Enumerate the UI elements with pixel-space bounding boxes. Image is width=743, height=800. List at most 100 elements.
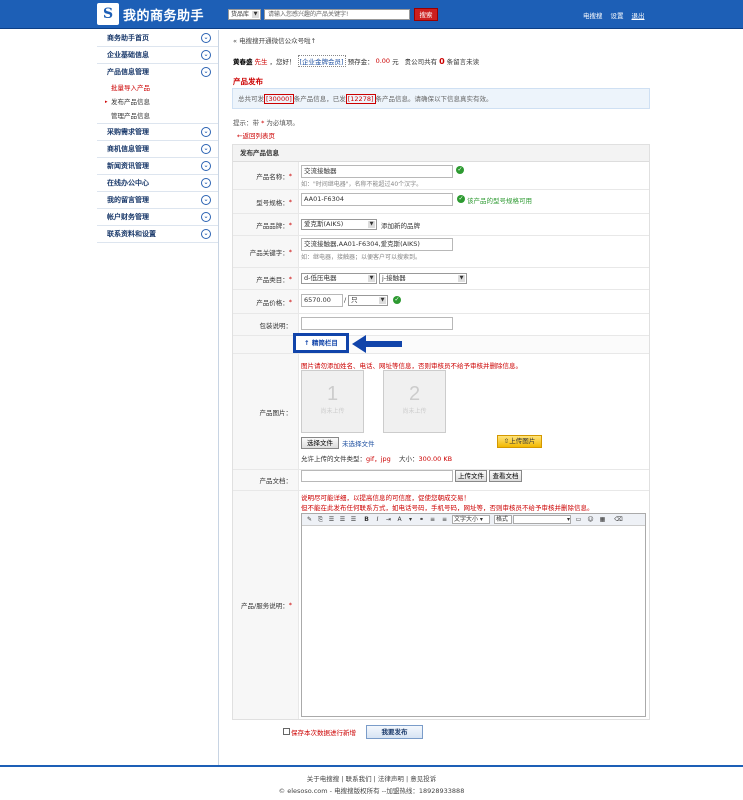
keywords-input[interactable]: 交流接触器,AA01-F6304,爱克斯(AIKS) [301, 238, 453, 251]
numbered-list-icon[interactable]: ≡ [428, 515, 437, 524]
top-links: 电搜搜 设置 退出 [583, 10, 645, 20]
chevron-down-icon: ▼ [368, 221, 375, 228]
upload-image-button[interactable]: ⇧上传图片 [497, 435, 542, 448]
sidebar-item-business[interactable]: 商机信息管理 ⌄ [97, 141, 218, 158]
eraser-icon[interactable]: ⌫ [614, 515, 623, 524]
align-left-icon[interactable]: ☰ [327, 515, 336, 524]
footer-links[interactable]: 关于电搜搜 | 联系我们 | 法律声明 | 意见投诉 [0, 773, 743, 783]
style-select[interactable]: ▾ [513, 515, 571, 524]
chevron-down-icon: ⌄ [201, 33, 211, 43]
bullet-list-icon[interactable]: ≡ [440, 515, 449, 524]
chevron-down-icon: ⌄ [201, 161, 211, 171]
check-icon: ✓ [456, 166, 464, 174]
image-warning: 图片请勿添加姓名、电话、网址等信息，否则审核员不给予审核并删除信息。 [301, 362, 522, 370]
sidebar-item-home[interactable]: 商务助手首页 ⌄ [97, 30, 218, 47]
image-slot-2[interactable]: 2 尚未上传 [383, 370, 446, 433]
chevron-down-icon: ▼ [379, 297, 386, 304]
description-editor[interactable]: ✎ ⎘ ☰ ☰ ☰ B I ⇥ A ▾ ⚭ ≡ ≡ 文字大小 ▾ 格式 ▾ ▭ … [301, 513, 646, 717]
description-warning-2: 但不能在此发布任何联系方式，如电话号码，手机号码，网址等，否则审核员不给予审核并… [301, 504, 594, 512]
top-link-settings[interactable]: 设置 [611, 10, 624, 20]
brand-select[interactable]: 爱克斯(AIKS) ▼ [301, 219, 377, 230]
highlight-icon[interactable]: ▾ [406, 515, 415, 524]
top-link-elesoso[interactable]: 电搜搜 [583, 10, 603, 20]
product-name-hint: 如："时间继电器"，名称不能超过40个汉字。 [301, 181, 423, 188]
choose-file-button[interactable]: 选择文件 [301, 437, 339, 449]
required-tip: 提示：带 * 为必填项。 [233, 119, 299, 127]
search-input[interactable]: 请输入您感兴趣的产品关键字! [264, 9, 410, 20]
sidebar-item-messages[interactable]: 我的留言管理 ⌄ [97, 192, 218, 209]
text-color-icon[interactable]: A [395, 515, 404, 524]
package-input[interactable] [301, 317, 453, 330]
hide-fields-button[interactable]: ↑ 精简栏目 [293, 333, 349, 353]
save-data-label[interactable]: 保存本次数据进行新增 [291, 727, 356, 737]
sidebar-item-company-info[interactable]: 企业基础信息 ⌄ [97, 47, 218, 64]
chevron-down-icon: ⌄ [201, 127, 211, 137]
top-bar: S 我的商务助手 货品库 ▼ 请输入您感兴趣的产品关键字! 搜索 电搜搜 设置 … [0, 0, 743, 29]
emoticon-icon[interactable]: ☺ [586, 515, 595, 524]
sidebar-item-office[interactable]: 在线办公中心 ⌄ [97, 175, 218, 192]
check-icon: ✓ [393, 296, 401, 304]
category-select-1[interactable]: d-低压电器 ▼ [301, 273, 377, 284]
top-link-logout[interactable]: 退出 [632, 10, 645, 20]
search-button[interactable]: 搜索 [414, 8, 438, 21]
document-input[interactable] [301, 470, 453, 482]
speaker-icon: « [233, 37, 237, 45]
logo[interactable]: S 我的商务助手 [97, 3, 215, 25]
sidebar-item-purchase[interactable]: 采购需求管理 ⌄ [97, 124, 218, 141]
align-right-icon[interactable]: ☰ [349, 515, 358, 524]
link-icon[interactable]: ⚭ [417, 515, 426, 524]
view-document-button[interactable]: 查看文档 [489, 470, 522, 482]
price-unit-select[interactable]: 只 ▼ [348, 295, 388, 306]
add-brand-link[interactable]: 添加新的品牌 [381, 220, 420, 230]
member-level[interactable]: [企业金牌会员] [297, 55, 346, 67]
align-center-icon[interactable]: ☰ [338, 515, 347, 524]
unread-count[interactable]: 0 [439, 57, 445, 66]
chevron-down-icon: ⌄ [201, 178, 211, 188]
table-icon[interactable]: ▦ [598, 515, 607, 524]
user-title: 先生 [254, 58, 268, 66]
chevron-down-icon: ⌄ [201, 144, 211, 154]
font-size-select[interactable]: 文字大小 ▾ [452, 515, 490, 524]
category-select-2[interactable]: j-接触器 ▼ [379, 273, 467, 284]
search-category-select[interactable]: 货品库 ▼ [228, 9, 261, 20]
row-price: 产品价格： * [233, 290, 649, 314]
no-file-text: 未选择文件 [342, 440, 375, 448]
model-input[interactable]: AA01-F6304 [301, 193, 453, 206]
sidebar-item-contact[interactable]: 联系资料和设置 ⌄ [97, 226, 218, 243]
image-icon[interactable]: ▭ [574, 515, 583, 524]
user-info: 黄春盛 先生 ，您好！ [企业金牌会员] 预存金： 0.00 元 贵公司共有 0… [233, 55, 480, 67]
paste-icon[interactable]: ⎘ [316, 515, 325, 524]
sidebar-sub-batch-import[interactable]: 批量导入产品 [97, 81, 218, 95]
sidebar-sub-publish-product[interactable]: ▸ 发布产品信息 [97, 95, 218, 109]
chevron-down-icon: ▼ [368, 275, 375, 282]
format-select[interactable]: 格式 [494, 515, 512, 524]
check-icon: ✓ [457, 195, 465, 203]
indent-icon[interactable]: ⇥ [384, 515, 393, 524]
save-data-checkbox[interactable] [283, 728, 290, 735]
user-name: 黄春盛 [233, 58, 253, 66]
footer-divider [0, 765, 743, 767]
sidebar-item-finance[interactable]: 帐户财务管理 ⌄ [97, 209, 218, 226]
source-icon[interactable]: ✎ [305, 515, 314, 524]
chevron-down-icon: ▼ [252, 11, 259, 18]
upload-document-button[interactable]: 上传文件 [455, 470, 487, 482]
sidebar-sub-manage-products[interactable]: 管理产品信息 [97, 109, 218, 124]
sidebar-item-news[interactable]: 新闻资讯管理 ⌄ [97, 158, 218, 175]
chevron-down-icon: ▼ [458, 275, 465, 282]
price-input[interactable]: 6570.00 [301, 294, 343, 307]
product-name-input[interactable]: 交流接触器 [301, 165, 453, 178]
italic-icon[interactable]: I [373, 515, 382, 524]
chevron-down-icon: ⌄ [201, 195, 211, 205]
announcement[interactable]: « 电搜搜开通微信公众号啦↑ [233, 35, 316, 45]
back-to-list-link[interactable]: ←返回列表页 [237, 130, 275, 140]
chevron-down-icon: ⌄ [201, 229, 211, 239]
quota-info: 总共可发 [30000] 条产品信息，已发 [12278] 条产品信息。请确保以下信息真… [232, 88, 650, 109]
chevron-down-icon: ⌄ [201, 212, 211, 222]
image-slot-1[interactable]: 1 尚未上传 [301, 370, 364, 433]
form-title: 发布产品信息 [233, 145, 649, 162]
sidebar-item-products[interactable]: 产品信息管理 ⌄ [97, 64, 218, 81]
publish-button[interactable]: 我要发布 [366, 725, 423, 739]
arrow-right-icon: ▸ [105, 99, 108, 105]
bold-icon[interactable]: B [362, 515, 371, 524]
chevron-down-icon: ⌄ [201, 50, 211, 60]
